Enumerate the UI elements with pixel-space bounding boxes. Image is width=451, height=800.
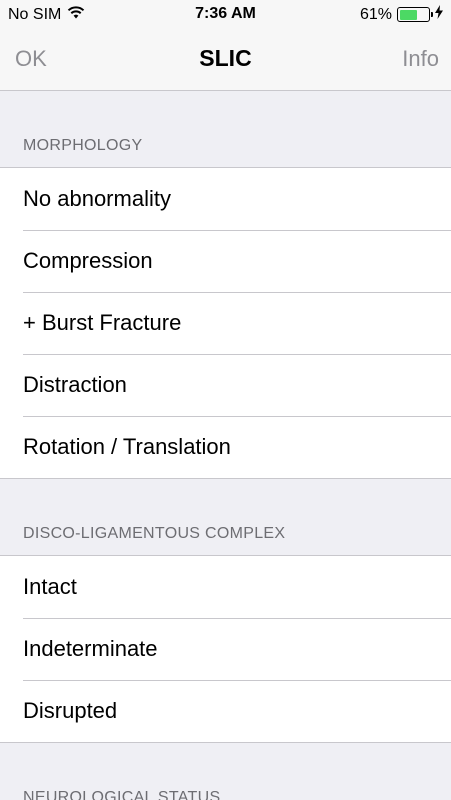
bolt-icon (435, 5, 443, 24)
disco-ligamentous-list: Intact Indeterminate Disrupted (0, 556, 451, 743)
battery-icon (397, 7, 433, 22)
list-item[interactable]: Compression (0, 230, 451, 292)
list-item[interactable]: Rotation / Translation (0, 416, 451, 478)
list-item[interactable]: Intact (0, 556, 451, 618)
info-button[interactable]: Info (402, 46, 439, 72)
battery-percent: 61% (359, 5, 392, 23)
battery-level (399, 9, 417, 20)
page-title: SLIC (199, 45, 252, 71)
table-view[interactable]: MORPHOLOGY No abnormality Compression + … (0, 91, 451, 800)
status-right: 61% (360, 5, 443, 24)
section-header-neurological-status: NEUROLOGICAL STATUS (0, 743, 451, 800)
list-item[interactable]: Disrupted (0, 680, 451, 742)
list-item[interactable]: + Burst Fracture (0, 292, 451, 354)
list-item[interactable]: No abnormality (0, 168, 451, 230)
list-item[interactable]: Indeterminate (0, 618, 451, 680)
list-item[interactable]: Distraction (0, 354, 451, 416)
status-bar: No SIM 7:36 AM 61% (0, 0, 451, 30)
morphology-list: No abnormality Compression + Burst Fract… (0, 168, 451, 479)
section-header-disco-ligamentous: DISCO-LIGAMENTOUS COMPLEX (0, 479, 451, 556)
section-header-morphology: MORPHOLOGY (0, 91, 451, 168)
navigation-bar: OK SLIC Info (0, 30, 451, 91)
